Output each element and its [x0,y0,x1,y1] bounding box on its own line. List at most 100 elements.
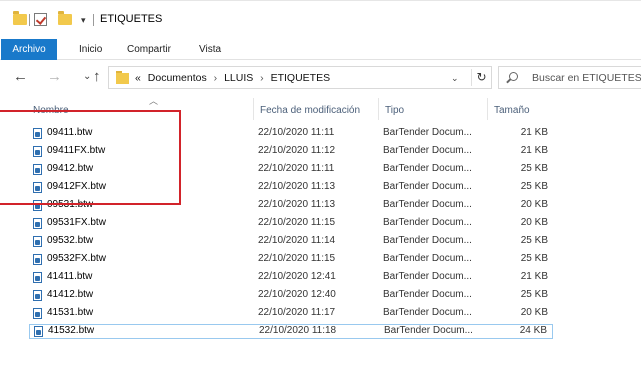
file-size: 25 KB [520,235,548,246]
address-dropdown-icon[interactable]: ⌄ [451,73,459,84]
breadcrumb-documentos[interactable]: Documentos [148,72,207,84]
file-row[interactable]: 09531.btw 22/10/2020 11:13 BarTender Doc… [29,199,553,212]
back-arrow-icon[interactable]: ← [13,68,28,85]
recent-locations-chevron-icon[interactable]: ⌄ [83,71,91,82]
file-row[interactable]: 09411.btw 22/10/2020 11:11 BarTender Doc… [29,127,553,140]
file-size: 25 KB [520,163,548,174]
file-row[interactable]: 41412.btw 22/10/2020 12:40 BarTender Doc… [29,289,553,302]
column-divider[interactable] [487,98,488,120]
file-type: BarTender Docum... [383,199,472,210]
column-headers: ︿ Nombre Fecha de modificación Tipo Tama… [0,94,641,122]
new-folder-icon[interactable] [58,11,72,25]
file-size: 21 KB [520,145,548,156]
column-header-name[interactable]: Nombre [33,105,69,116]
file-type: BarTender Docum... [383,235,472,246]
tab-view[interactable]: Vista [199,44,221,55]
bartender-file-icon [33,182,42,193]
folder-icon [13,11,27,25]
file-date: 22/10/2020 11:12 [258,145,336,156]
column-header-size[interactable]: Tamaño [494,105,530,116]
file-name: 09412FX.btw [47,181,106,192]
breadcrumb-separator-icon[interactable]: › [260,72,264,84]
file-date: 22/10/2020 11:15 [258,253,336,264]
file-type: BarTender Docum... [383,307,472,318]
file-name: 41532.btw [48,325,95,336]
breadcrumb-separator-icon[interactable]: › [214,72,218,84]
ribbon: Archivo Inicio Compartir Vista [0,38,641,60]
file-name: 09531.btw [47,199,94,210]
quick-access-dropdown-icon[interactable]: ▾ [81,15,86,26]
file-size: 21 KB [520,271,548,282]
tab-home[interactable]: Inicio [79,44,102,55]
file-type: BarTender Docum... [383,145,472,156]
breadcrumb: « Documentos › LLUIS › ETIQUETES [135,72,330,84]
file-name: 41412.btw [47,289,94,300]
column-divider[interactable] [253,98,254,120]
file-date: 22/10/2020 11:18 [259,325,337,336]
column-divider[interactable] [378,98,379,120]
file-date: 22/10/2020 11:13 [258,181,336,192]
column-header-date[interactable]: Fecha de modificación [260,105,360,116]
forward-arrow-icon[interactable]: → [47,68,62,85]
file-size: 25 KB [520,181,548,192]
column-header-type[interactable]: Tipo [385,105,404,116]
bartender-file-icon [33,164,42,175]
navigation-bar: ← → ⌄ ↑ « Documentos › LLUIS › ETIQUETES… [0,60,641,94]
file-row[interactable]: 41531.btw 22/10/2020 11:17 BarTender Doc… [29,307,553,320]
tab-share[interactable]: Compartir [127,44,171,55]
file-size: 25 KB [520,289,548,300]
file-date: 22/10/2020 11:13 [258,199,336,210]
bartender-file-icon [33,272,42,283]
folder-icon [116,71,129,84]
file-name: 09411FX.btw [47,145,106,156]
file-name: 41411.btw [47,271,93,282]
file-size: 20 KB [520,307,548,318]
file-type: BarTender Docum... [383,181,472,192]
file-name: 09532FX.btw [47,253,106,264]
search-icon [509,72,518,81]
title-bar: ▾ ETIQUETES [0,0,641,34]
breadcrumb-lluis[interactable]: LLUIS [224,72,253,84]
file-row[interactable]: 09532.btw 22/10/2020 11:14 BarTender Doc… [29,235,553,248]
file-type: BarTender Docum... [383,271,472,282]
bartender-file-icon [33,236,42,247]
file-type: BarTender Docum... [383,217,472,228]
file-date: 22/10/2020 12:41 [258,271,336,282]
bartender-file-icon [33,218,42,229]
file-row[interactable]: 09531FX.btw 22/10/2020 11:15 BarTender D… [29,217,553,230]
file-type: BarTender Docum... [383,163,472,174]
file-date: 22/10/2020 11:11 [258,127,335,138]
properties-icon[interactable] [34,13,47,26]
file-row[interactable]: 09411FX.btw 22/10/2020 11:12 BarTender D… [29,145,553,158]
file-type: BarTender Docum... [383,253,472,264]
file-size: 20 KB [520,199,548,210]
file-date: 22/10/2020 11:11 [258,163,335,174]
refresh-icon[interactable]: ↻ [471,69,491,86]
up-arrow-icon[interactable]: ↑ [93,68,101,85]
file-name: 09531FX.btw [47,217,106,228]
search-input[interactable]: Buscar en ETIQUETES [498,66,641,89]
sort-up-chevron-icon: ︿ [149,96,159,106]
file-row[interactable]: 41411.btw 22/10/2020 12:41 BarTender Doc… [29,271,553,284]
search-placeholder: Buscar en ETIQUETES [532,72,641,84]
breadcrumb-overflow[interactable]: « [135,72,141,84]
window-title: ETIQUETES [100,13,163,25]
file-name: 09411.btw [47,127,93,138]
bartender-file-icon [34,326,43,337]
bartender-file-icon [33,200,42,211]
file-row[interactable]: 41532.btw 22/10/2020 11:18 BarTender Doc… [29,324,553,339]
file-name: 09532.btw [47,235,94,246]
bartender-file-icon [33,146,42,157]
file-row[interactable]: 09412.btw 22/10/2020 11:11 BarTender Doc… [29,163,553,176]
file-row[interactable]: 09412FX.btw 22/10/2020 11:13 BarTender D… [29,181,553,194]
tab-file[interactable]: Archivo [1,39,57,60]
address-bar[interactable]: « Documentos › LLUIS › ETIQUETES ⌄ ↻ [108,66,492,89]
breadcrumb-etiquetes[interactable]: ETIQUETES [271,72,331,84]
file-size: 24 KB [519,325,547,336]
file-row[interactable]: 09532FX.btw 22/10/2020 11:15 BarTender D… [29,253,553,266]
file-name: 41531.btw [47,307,94,318]
file-date: 22/10/2020 11:17 [258,307,336,318]
file-type: BarTender Docum... [383,289,472,300]
file-date: 22/10/2020 12:40 [258,289,336,300]
file-date: 22/10/2020 11:15 [258,217,336,228]
